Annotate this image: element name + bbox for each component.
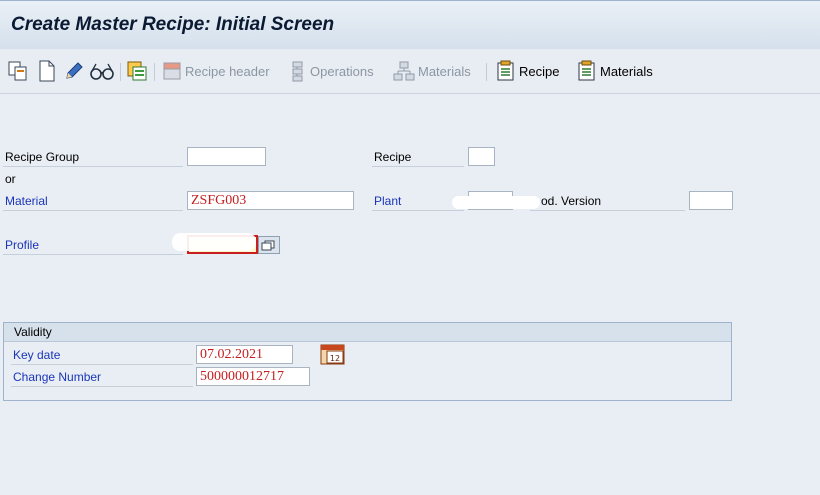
application-toolbar: Recipe header Operations Materials Recip… — [0, 49, 820, 94]
recipe-header-button[interactable]: Recipe header — [162, 60, 270, 82]
recipe-field-label: Recipe — [374, 150, 412, 164]
prod-version-field[interactable] — [689, 191, 733, 210]
recipe-header-icon — [163, 62, 181, 80]
copy-from-icon — [8, 61, 27, 81]
toolbar-separator — [154, 63, 155, 81]
operations-label: Operations — [310, 63, 374, 79]
operations-icon — [292, 61, 303, 82]
materials-disabled-button[interactable]: Materials — [393, 60, 471, 82]
prod-version-label: od. Version — [541, 194, 602, 208]
materials-button[interactable]: Materials — [577, 60, 653, 82]
validity-group-title: Validity — [14, 325, 52, 339]
field-underline — [11, 364, 193, 365]
search-help-icon — [261, 240, 275, 251]
recipe-group-label: Recipe Group — [5, 150, 80, 164]
field-underline — [372, 166, 464, 167]
redaction-blur — [452, 196, 540, 209]
or-label: or — [5, 172, 16, 186]
material-field[interactable] — [187, 191, 354, 210]
display-glasses-icon — [90, 63, 114, 80]
toolbar-separator — [486, 63, 487, 81]
field-underline — [3, 254, 183, 255]
copy-from-button[interactable] — [7, 60, 29, 82]
title-bar: Create Master Recipe: Initial Screen — [0, 0, 820, 50]
display-button[interactable] — [89, 60, 115, 82]
recipe-header-label: Recipe header — [185, 63, 270, 79]
recipe-group-field[interactable] — [187, 147, 266, 166]
recipe-label: Recipe — [519, 63, 560, 79]
change-number-field[interactable] — [196, 367, 310, 386]
material-label: Material — [5, 194, 48, 208]
validity-group: Validity — [3, 322, 732, 401]
materials-label: Materials — [600, 63, 653, 79]
key-date-label: Key date — [13, 348, 61, 362]
recipe-list-icon — [497, 60, 514, 81]
field-underline — [372, 210, 464, 211]
field-underline — [530, 210, 685, 211]
calendar-button[interactable]: 12 — [320, 343, 346, 365]
redaction-blur — [172, 233, 256, 251]
new-document-icon — [39, 60, 55, 82]
page-title: Create Master Recipe: Initial Screen — [11, 14, 335, 35]
create-new-button[interactable] — [38, 60, 56, 82]
field-underline — [3, 166, 183, 167]
key-date-field[interactable] — [196, 345, 293, 364]
svg-text:12: 12 — [330, 354, 340, 363]
change-button[interactable] — [63, 60, 85, 82]
plant-label: Plant — [374, 194, 402, 208]
profile-search-help-button[interactable] — [258, 236, 280, 254]
profile-label: Profile — [5, 238, 40, 252]
materials-disabled-label: Materials — [418, 63, 471, 79]
recipe-button[interactable]: Recipe — [496, 60, 559, 82]
validity-group-header: Validity — [4, 323, 731, 342]
toolbar-separator — [120, 63, 121, 81]
change-pencil-icon — [66, 62, 83, 79]
operations-button[interactable]: Operations — [289, 60, 374, 82]
field-underline — [3, 210, 183, 211]
change-number-label: Change Number — [13, 370, 102, 384]
recipe-field[interactable] — [468, 147, 495, 166]
check-status-button[interactable] — [126, 60, 148, 82]
check-status-icon — [127, 61, 147, 81]
materials-tree-icon — [393, 61, 415, 81]
materials-list-icon — [578, 60, 595, 81]
field-underline — [11, 386, 193, 387]
calendar-icon: 12 — [320, 344, 345, 365]
